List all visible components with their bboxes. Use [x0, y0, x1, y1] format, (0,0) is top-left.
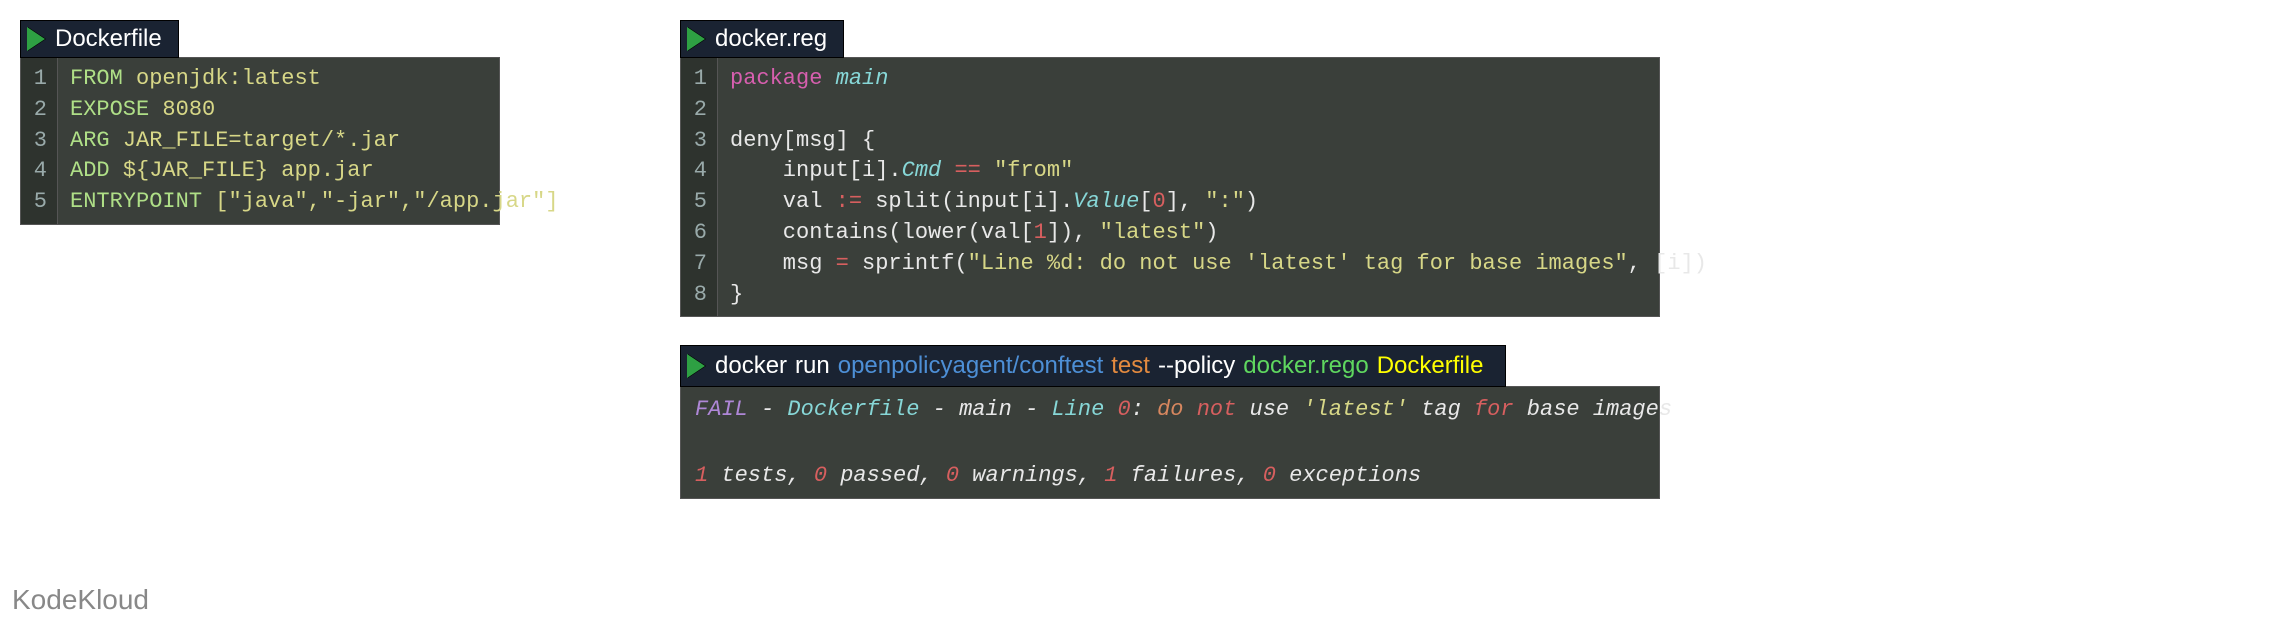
line-number: 5 — [687, 187, 707, 218]
output-line — [695, 426, 1645, 459]
line-number: 3 — [27, 126, 47, 157]
play-icon — [27, 27, 45, 51]
dockerfile-gutter: 12345 — [21, 58, 58, 224]
rego-tab-label: docker.reg — [715, 25, 827, 53]
line-number: 2 — [687, 95, 707, 126]
command-token: docker — [715, 352, 787, 379]
command-text: docker run openpolicyagent/conftest test --p… — [715, 352, 1491, 380]
dockerfile-panel: Dockerfile 12345 FROM openjdk:latestEXPO… — [20, 20, 500, 225]
code-line: } — [730, 280, 1707, 311]
dockerfile-code: FROM openjdk:latestEXPOSE 8080ARG JAR_FI… — [58, 58, 575, 224]
command-panel: docker run openpolicyagent/conftest test --p… — [680, 345, 1660, 499]
rego-panel: docker.reg 12345678 package main deny[ms… — [680, 20, 1660, 317]
play-icon — [687, 27, 705, 51]
command-tab: docker run openpolicyagent/conftest test --p… — [680, 345, 1506, 387]
play-icon — [687, 354, 705, 378]
line-number: 8 — [687, 280, 707, 311]
code-line: ADD ${JAR_FILE} app.jar — [70, 156, 559, 187]
command-token: --policy — [1158, 352, 1235, 379]
line-number: 4 — [27, 156, 47, 187]
dockerfile-tab: Dockerfile — [20, 20, 179, 58]
code-line: input[i].Cmd == "from" — [730, 156, 1707, 187]
rego-code-block: 12345678 package main deny[msg] { input[… — [680, 57, 1660, 317]
line-number: 1 — [27, 64, 47, 95]
code-line: ENTRYPOINT ["java","-jar","/app.jar"] — [70, 187, 559, 218]
line-number: 6 — [687, 218, 707, 249]
code-line: FROM openjdk:latest — [70, 64, 559, 95]
left-column: Dockerfile 12345 FROM openjdk:latestEXPO… — [20, 20, 500, 527]
brand-label: KodeKloud — [12, 584, 149, 616]
line-number: 5 — [27, 187, 47, 218]
code-line: EXPOSE 8080 — [70, 95, 559, 126]
rego-gutter: 12345678 — [681, 58, 718, 316]
right-column: docker.reg 12345678 package main deny[ms… — [680, 20, 1660, 527]
dockerfile-code-block: 12345 FROM openjdk:latestEXPOSE 8080ARG … — [20, 57, 500, 225]
output-line: FAIL - Dockerfile - main - Line 0: do no… — [695, 393, 1645, 426]
line-number: 1 — [687, 64, 707, 95]
rego-tab: docker.reg — [680, 20, 844, 58]
command-token: docker.rego — [1243, 352, 1368, 379]
dockerfile-tab-label: Dockerfile — [55, 25, 162, 53]
slide-container: Dockerfile 12345 FROM openjdk:latestEXPO… — [20, 20, 2266, 527]
code-line — [730, 95, 1707, 126]
line-number: 7 — [687, 249, 707, 280]
code-line: deny[msg] { — [730, 126, 1707, 157]
code-line: package main — [730, 64, 1707, 95]
command-token: Dockerfile — [1377, 352, 1484, 379]
rego-code: package main deny[msg] { input[i].Cmd ==… — [718, 58, 1723, 316]
line-number: 2 — [27, 95, 47, 126]
command-token: openpolicyagent/conftest — [838, 352, 1104, 379]
command-output: FAIL - Dockerfile - main - Line 0: do no… — [680, 386, 1660, 499]
command-token: test — [1111, 352, 1150, 379]
code-line: val := split(input[i].Value[0], ":") — [730, 187, 1707, 218]
code-line: ARG JAR_FILE=target/*.jar — [70, 126, 559, 157]
line-number: 4 — [687, 156, 707, 187]
line-number: 3 — [687, 126, 707, 157]
command-token: run — [795, 352, 830, 379]
output-line: 1 tests, 0 passed, 0 warnings, 1 failure… — [695, 459, 1645, 492]
code-line: contains(lower(val[1]), "latest") — [730, 218, 1707, 249]
code-line: msg = sprintf("Line %d: do not use 'late… — [730, 249, 1707, 280]
